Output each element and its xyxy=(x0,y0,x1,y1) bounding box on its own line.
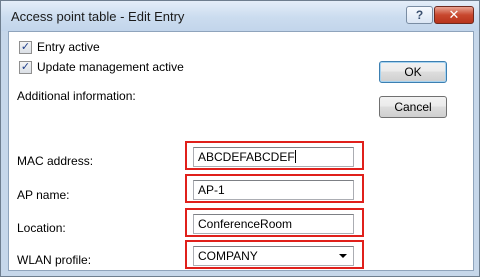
entry-active-checkbox-row[interactable]: ✓ Entry active xyxy=(19,40,100,54)
ap-name-highlight: AP-1 xyxy=(185,174,364,203)
entry-active-label: Entry active xyxy=(37,40,100,54)
location-highlight: ConferenceRoom xyxy=(185,208,364,237)
update-management-checkbox[interactable]: ✓ xyxy=(19,60,32,74)
wlan-profile-select[interactable]: COMPANY xyxy=(193,246,354,266)
mac-address-input[interactable]: ABCDEFABCDEF xyxy=(193,147,354,167)
window-title: Access point table - Edit Entry xyxy=(11,9,185,24)
close-button[interactable]: ✕ xyxy=(434,6,474,24)
checkmark-icon: ✓ xyxy=(20,40,31,53)
ap-name-input[interactable]: AP-1 xyxy=(193,180,354,200)
mac-address-value: ABCDEFABCDEF xyxy=(198,150,295,164)
additional-information-label: Additional information: xyxy=(17,89,136,103)
wlan-profile-value: COMPANY xyxy=(198,249,258,263)
mac-address-label: MAC address: xyxy=(17,154,94,168)
question-mark-icon: ? xyxy=(415,8,424,22)
ap-name-label: AP name: xyxy=(17,188,70,202)
entry-active-checkbox[interactable]: ✓ xyxy=(19,40,32,54)
close-icon: ✕ xyxy=(448,7,460,22)
cancel-button[interactable]: Cancel xyxy=(379,96,447,118)
checkmark-icon: ✓ xyxy=(20,60,31,73)
help-button[interactable]: ? xyxy=(406,6,433,24)
ok-button[interactable]: OK xyxy=(379,61,447,83)
ok-button-label: OK xyxy=(404,65,422,79)
mac-address-highlight: ABCDEFABCDEF xyxy=(185,141,364,170)
ap-name-value: AP-1 xyxy=(198,183,225,197)
update-management-checkbox-row[interactable]: ✓ Update management active xyxy=(19,60,184,74)
location-input[interactable]: ConferenceRoom xyxy=(193,214,354,234)
location-label: Location: xyxy=(17,221,66,235)
wlan-profile-highlight: COMPANY xyxy=(185,240,364,269)
dialog-body: ✓ Entry active ✓ Update management activ… xyxy=(8,31,474,271)
update-management-label: Update management active xyxy=(37,60,184,74)
text-caret xyxy=(294,150,296,163)
location-value: ConferenceRoom xyxy=(198,217,293,231)
wlan-profile-label: WLAN profile: xyxy=(17,253,92,267)
dialog-window: Access point table - Edit Entry ? ✕ ✓ En… xyxy=(0,0,480,277)
dropdown-arrow-icon[interactable] xyxy=(339,254,347,258)
title-bar[interactable]: Access point table - Edit Entry ? ✕ xyxy=(1,1,479,31)
cancel-button-label: Cancel xyxy=(394,100,432,114)
